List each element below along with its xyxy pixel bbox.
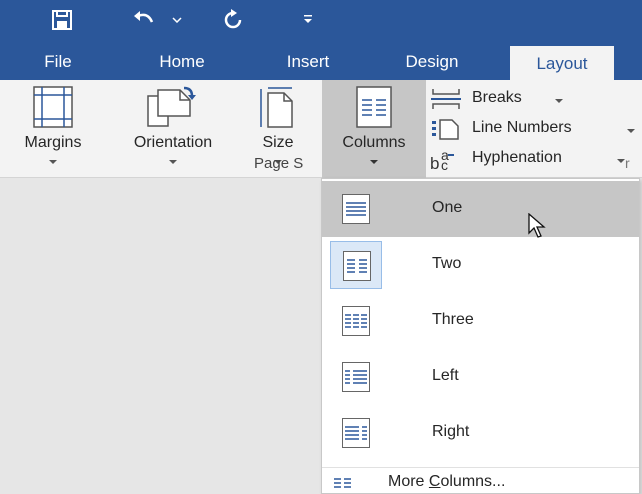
- hyphenation-label: Hyphenation: [472, 149, 562, 166]
- left-columns-icon: [330, 353, 382, 401]
- orientation-icon: [147, 86, 196, 127]
- ribbon-layout: Margins Orientation Size Columns Breaks …: [0, 80, 642, 178]
- columns-option-two[interactable]: Two: [322, 237, 639, 293]
- orientation-button[interactable]: Orientation: [108, 80, 238, 178]
- next-group-label-fragment: r: [625, 155, 630, 171]
- columns-option-label: Two: [432, 255, 462, 272]
- size-label: Size: [262, 134, 294, 151]
- columns-option-three[interactable]: Three: [322, 293, 639, 349]
- chevron-down-icon: [49, 160, 57, 164]
- line-numbers-label: Line Numbers: [472, 119, 572, 136]
- quick-access-toolbar: [0, 0, 642, 40]
- chevron-down-icon: [169, 160, 177, 164]
- svg-text:b: b: [430, 154, 439, 172]
- customize-toolbar-icon[interactable]: [302, 14, 314, 24]
- columns-option-label: Left: [432, 367, 459, 384]
- right-columns-icon: [330, 409, 382, 457]
- size-icon: [260, 87, 293, 128]
- breaks-icon: [431, 89, 461, 109]
- tab-layout[interactable]: Layout: [510, 46, 614, 80]
- chevron-down-icon: [555, 99, 563, 103]
- tab-design[interactable]: Design: [392, 40, 472, 80]
- columns-option-left[interactable]: Left: [322, 349, 639, 405]
- margins-button[interactable]: Margins: [0, 80, 106, 178]
- undo-icon[interactable]: [132, 10, 158, 30]
- hyphenation-icon: b a c: [430, 148, 454, 172]
- columns-option-label: Right: [432, 423, 470, 440]
- orientation-label: Orientation: [133, 134, 213, 151]
- redo-icon[interactable]: [222, 8, 244, 30]
- save-icon[interactable]: [52, 10, 72, 30]
- columns-option-label: Three: [432, 311, 474, 328]
- tab-home[interactable]: Home: [148, 40, 216, 80]
- breaks-label: Breaks: [472, 89, 522, 106]
- one-column-icon: [330, 185, 382, 233]
- columns-option-label: One: [432, 199, 463, 216]
- ribbon-tabs: File Home Insert Design Layout: [0, 40, 642, 80]
- three-columns-icon: [330, 297, 382, 345]
- more-columns-button[interactable]: More Columns...: [322, 467, 639, 494]
- columns-option-right[interactable]: Right: [322, 405, 639, 461]
- chevron-down-icon: [370, 160, 378, 164]
- more-columns-label: More Columns...: [388, 473, 506, 490]
- margins-icon: [33, 86, 73, 128]
- columns-option-one[interactable]: One: [322, 181, 639, 237]
- columns-small-icon: [334, 478, 351, 488]
- chevron-down-icon[interactable]: [172, 17, 182, 23]
- columns-icon: [356, 86, 392, 128]
- margins-label: Margins: [24, 134, 82, 151]
- line-numbers-icon: [432, 119, 459, 140]
- page-setup-group-label: Page S: [254, 155, 304, 172]
- columns-button[interactable]: Columns: [322, 80, 426, 178]
- tab-file[interactable]: File: [28, 40, 88, 80]
- columns-label: Columns: [342, 134, 406, 151]
- tab-insert[interactable]: Insert: [274, 40, 342, 80]
- columns-dropdown-menu: One Two Three Left Right More Columns...: [321, 178, 640, 494]
- chevron-down-icon: [627, 129, 635, 133]
- mouse-pointer-icon: [528, 213, 546, 238]
- two-columns-icon: [330, 241, 382, 289]
- svg-text:c: c: [441, 157, 448, 172]
